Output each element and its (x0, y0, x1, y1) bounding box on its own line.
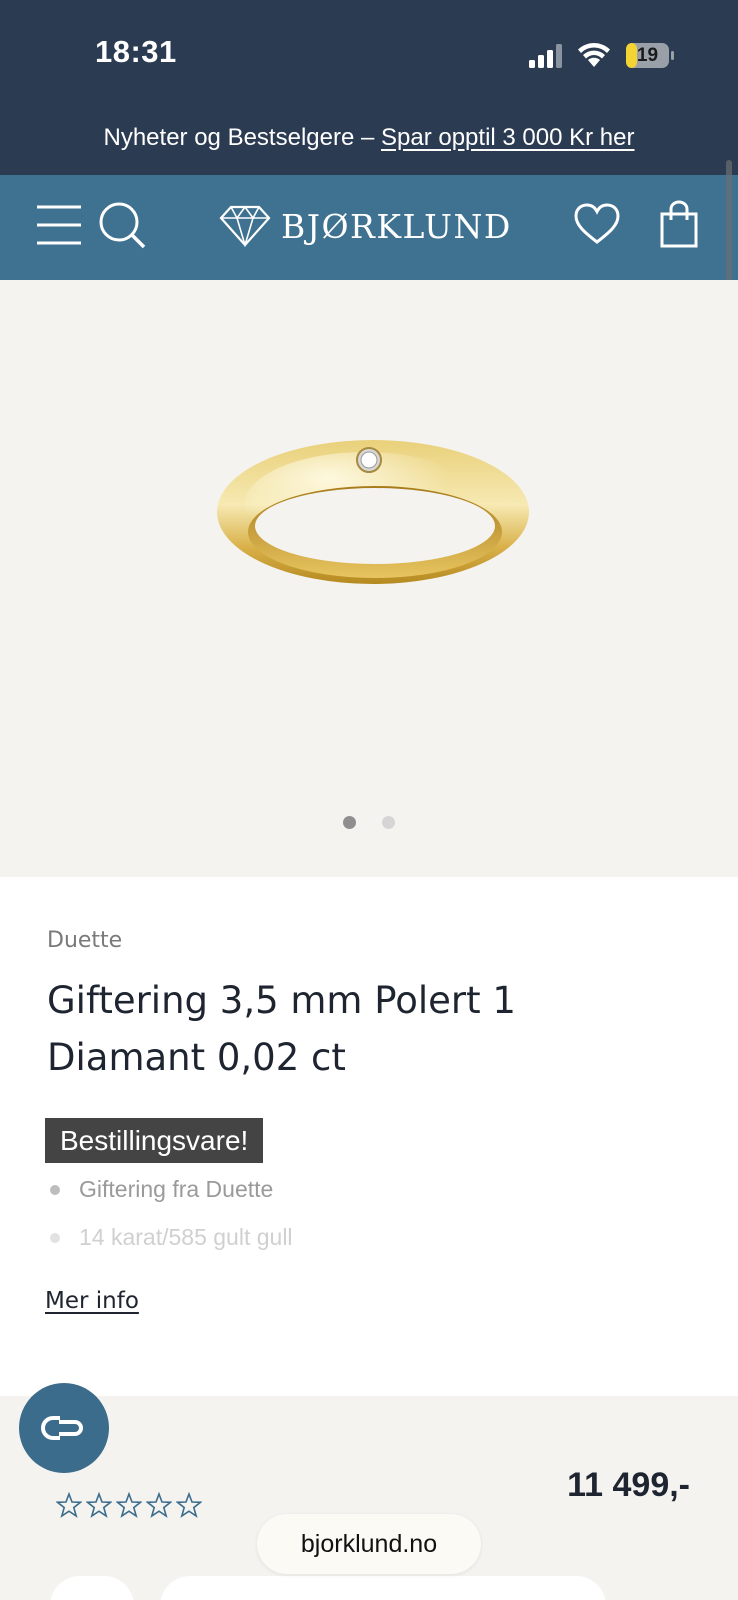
product-brand[interactable]: Duette (47, 928, 122, 953)
menu-icon[interactable] (36, 203, 82, 247)
more-info-link[interactable]: Mer info (45, 1288, 139, 1314)
chat-button[interactable] (19, 1383, 109, 1473)
feature-item: Giftering fra Duette (47, 1172, 293, 1220)
battery-level: 19 (636, 45, 659, 66)
star-icon (116, 1492, 142, 1518)
order-item-badge: Bestillingsvare! (45, 1118, 264, 1163)
browser-url-bar[interactable]: bjorklund.no (257, 1514, 481, 1574)
star-icon (176, 1492, 202, 1518)
gallery-dot-1[interactable] (343, 816, 356, 829)
product-price: 11 499,- (567, 1466, 690, 1504)
promo-text: Nyheter og Bestselgere – (103, 124, 381, 151)
gallery-dot-2[interactable] (382, 816, 395, 829)
search-icon[interactable] (98, 201, 146, 249)
feature-item: 14 karat/585 gult gull (47, 1220, 293, 1268)
product-title: Giftering 3,5 mm Polert 1 Diamant 0,02 c… (47, 979, 516, 1079)
star-icon (56, 1492, 82, 1518)
wishlist-heart-icon[interactable] (574, 203, 620, 245)
logo-text: BJØRKLUND (281, 206, 512, 246)
product-image (217, 440, 529, 584)
wifi-icon (578, 43, 610, 67)
cellular-signal-icon (529, 44, 562, 68)
star-icon (86, 1492, 112, 1518)
brand-logo[interactable]: BJØRKLUND (219, 203, 512, 249)
promo-banner: Nyheter og Bestselgere – Spar opptil 3 0… (0, 124, 738, 152)
product-gallery[interactable] (0, 280, 738, 877)
status-time: 18:31 (95, 34, 177, 69)
add-to-cart-button[interactable] (160, 1576, 606, 1600)
feature-list: Giftering fra Duette 14 karat/585 gult g… (47, 1172, 293, 1268)
diamond-logo-icon (219, 205, 271, 247)
star-icon (146, 1492, 172, 1518)
shopping-bag-icon[interactable] (660, 200, 698, 248)
battery-icon: 19 (625, 42, 675, 69)
rating-stars[interactable] (56, 1492, 202, 1518)
nav-bar: BJØRKLUND (0, 175, 738, 280)
promo-link[interactable]: Spar opptil 3 000 Kr her (381, 124, 635, 151)
gallery-pagination (0, 816, 738, 829)
chat-link-icon (41, 1416, 83, 1440)
